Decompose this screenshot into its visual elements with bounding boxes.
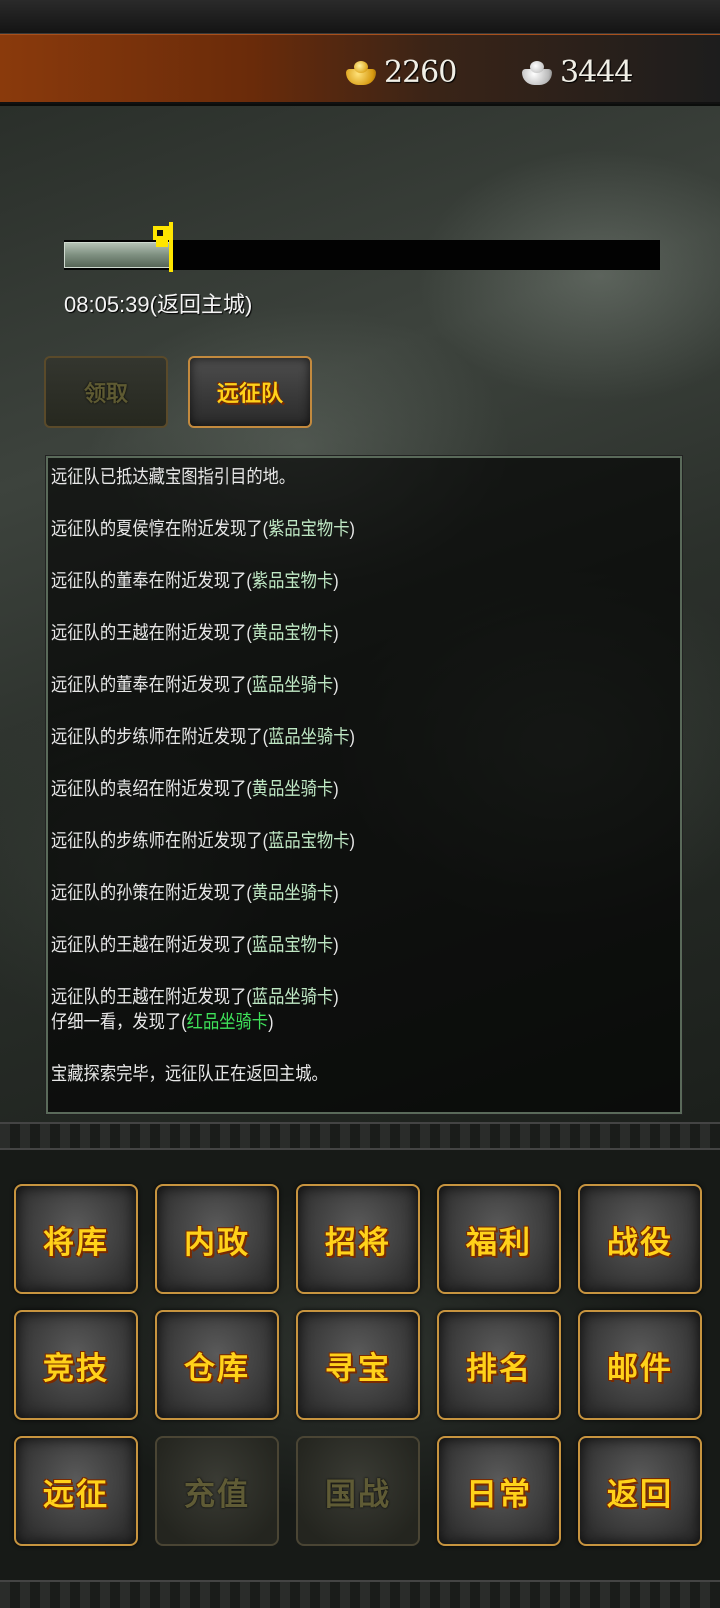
menu-button-4[interactable]: 福利 [437,1184,561,1294]
expedition-timer: 08:05:39(返回主城) [64,292,253,317]
log-tail: ) [333,882,339,903]
log-text: 远征队的董奉在附近发现了( [51,674,252,695]
log-line: 宝藏探索完毕，远征队正在返回主城。 [51,1061,601,1086]
menu-button-8[interactable]: 寻宝 [296,1310,420,1420]
log-item: 黄品坐骑卡 [251,778,334,799]
log-item: 黄品宝物卡 [251,622,334,643]
log-text: 远征队的王越在附近发现了( [51,622,252,643]
log-line: 远征队的王越在附近发现了(黄品宝物卡) [51,620,601,645]
menu-button-9[interactable]: 排名 [437,1310,561,1420]
log-item: 蓝品坐骑卡 [268,726,350,747]
log-text: 仔细一看，发现了( [51,1011,187,1032]
log-line: 远征队的步练师在附近发现了(蓝品宝物卡) [51,828,601,853]
log-item: 红品坐骑卡 [186,1011,269,1032]
log-text: 宝藏探索完毕，远征队正在返回主城。 [51,1063,328,1084]
log-text: 远征队的王越在附近发现了( [51,934,252,955]
menu-button-7[interactable]: 仓库 [155,1310,279,1420]
log-tail: ) [333,622,339,643]
log-text: 远征队已抵达藏宝图指引目的地。 [51,466,296,487]
log-line: 远征队的孙策在附近发现了(黄品坐骑卡) [51,880,601,905]
log-text: 远征队的董奉在附近发现了( [51,570,252,591]
log-line: 远征队的董奉在附近发现了(蓝品坐骑卡) [51,672,601,697]
log-tail: ) [333,986,339,1007]
menu-button-5[interactable]: 战役 [578,1184,702,1294]
bottom-strip [0,1580,720,1608]
menu-button-3[interactable]: 招将 [296,1184,420,1294]
log-tail: ) [268,1011,274,1032]
log-text: 远征队的夏侯惇在附近发现了( [51,518,269,539]
log-text: 远征队的王越在附近发现了( [51,986,252,1007]
log-item: 蓝品宝物卡 [268,830,350,851]
log-text: 远征队的孙策在附近发现了( [51,882,252,903]
log-tail: ) [349,830,355,851]
menu-button-14[interactable]: 日常 [437,1436,561,1546]
resource-bar: 2260 3444 [0,34,720,104]
log-line: 远征队的王越在附近发现了(蓝品宝物卡) [51,932,601,957]
silver-counter: 3444 [520,54,633,90]
menu-button-1[interactable]: 将库 [14,1184,138,1294]
log-line: 远征队的王越在附近发现了(蓝品坐骑卡) [51,984,601,1009]
expedition-team-button[interactable]: 远征队 [188,356,312,428]
menu-button-15[interactable]: 返回 [578,1436,702,1546]
menu-button-2[interactable]: 内政 [155,1184,279,1294]
log-text: 远征队的袁绍在附近发现了( [51,778,252,799]
log-item: 黄品坐骑卡 [251,882,334,903]
log-line: 远征队的袁绍在附近发现了(黄品坐骑卡) [51,776,601,801]
gold-value: 2260 [384,54,457,90]
log-line: 仔细一看，发现了(红品坐骑卡) [51,1009,601,1034]
expedition-log-panel[interactable]: 远征队已抵达藏宝图指引目的地。 远征队的夏侯惇在附近发现了(紫品宝物卡) 远征队的董… [45,455,683,1115]
log-tail: ) [349,726,355,747]
log-line: 远征队的夏侯惇在附近发现了(紫品宝物卡) [51,516,601,541]
log-tail: ) [349,518,355,539]
menu-divider [0,1122,720,1150]
silver-ingot-icon [520,57,554,87]
log-text: 远征队的步练师在附近发现了( [51,726,269,747]
claim-button[interactable]: 领取 [44,356,168,428]
menu-button-6[interactable]: 竞技 [14,1310,138,1420]
top-strip [0,0,720,34]
log-item: 蓝品坐骑卡 [251,986,334,1007]
log-line: 远征队的步练师在附近发现了(蓝品坐骑卡) [51,724,601,749]
log-tail: ) [333,674,339,695]
gold-counter: 2260 [344,54,457,90]
log-tail: ) [333,934,339,955]
log-line: 远征队已抵达藏宝图指引目的地。 [51,464,601,489]
menu-button-11[interactable]: 远征 [14,1436,138,1546]
log-item: 蓝品宝物卡 [251,934,334,955]
log-item: 紫品宝物卡 [268,518,350,539]
flag-marker-icon [147,222,175,272]
log-text: 远征队的步练师在附近发现了( [51,830,269,851]
gold-ingot-icon [344,57,378,87]
silver-value: 3444 [560,54,633,90]
menu-button-13[interactable]: 国战 [296,1436,420,1546]
log-tail: ) [333,570,339,591]
log-line: 远征队的董奉在附近发现了(紫品宝物卡) [51,568,601,593]
menu-button-10[interactable]: 邮件 [578,1310,702,1420]
menu-button-12[interactable]: 充值 [155,1436,279,1546]
log-tail: ) [333,778,339,799]
log-item: 蓝品坐骑卡 [251,674,334,695]
log-item: 紫品宝物卡 [251,570,334,591]
